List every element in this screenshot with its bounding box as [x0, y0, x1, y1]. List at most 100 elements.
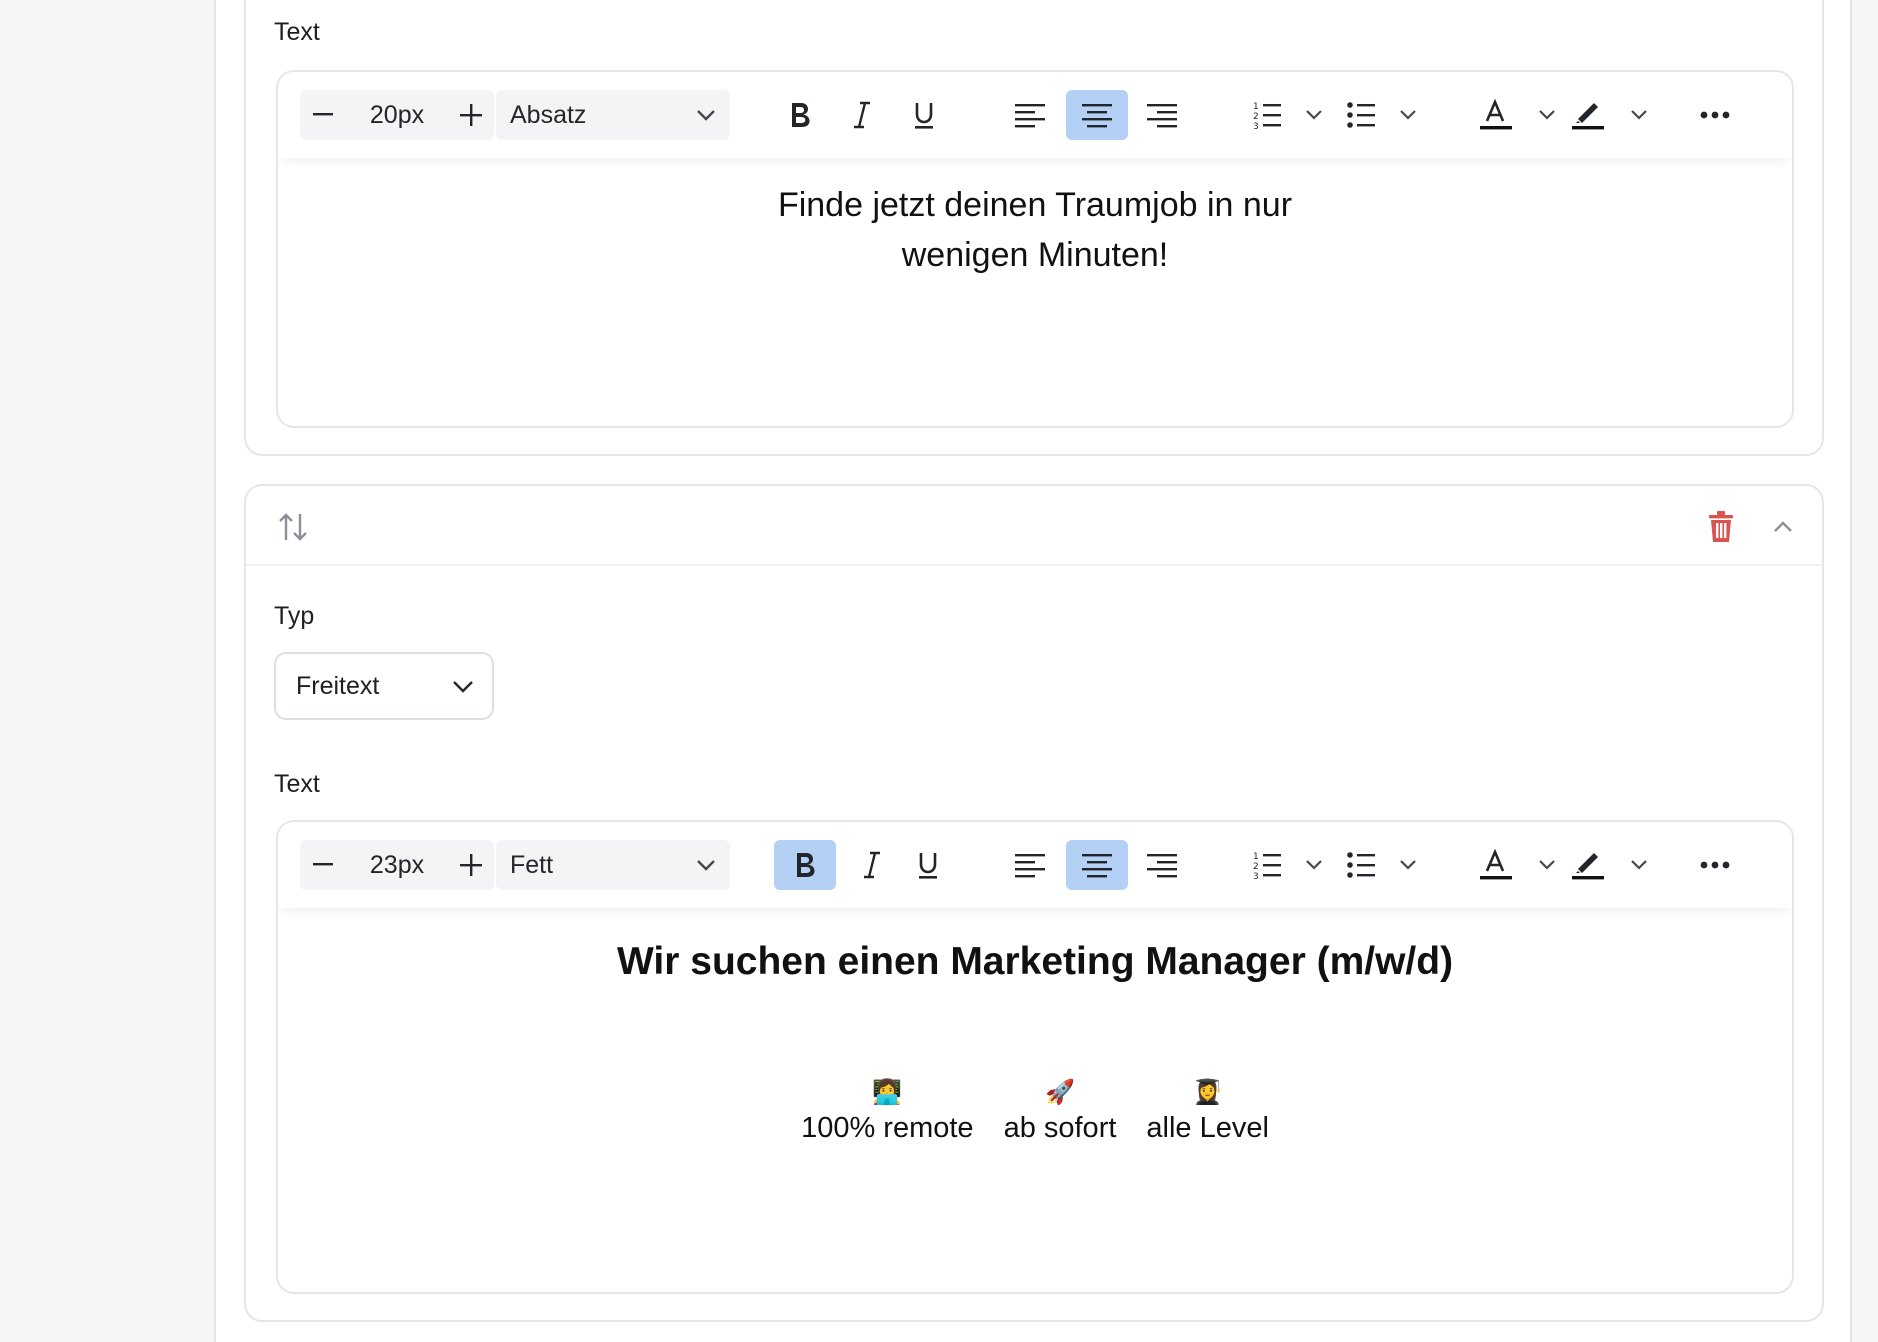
type-field-label: Typ: [274, 602, 315, 630]
highlight-color-button[interactable]: [1570, 90, 1654, 140]
plus-icon: [460, 104, 482, 126]
chevron-down-icon: [453, 681, 473, 693]
bold-button[interactable]: [774, 90, 826, 140]
highlighter-icon: [1572, 103, 1647, 130]
features-row: 👩‍💻 100% remote 🚀 ab sofort 👩‍🎓 alle Lev…: [278, 1074, 1792, 1145]
type-select[interactable]: Freitext: [274, 652, 494, 720]
bold-icon: [792, 103, 810, 127]
minus-icon: [313, 863, 333, 866]
minus-icon: [313, 113, 333, 116]
paragraph-line: wenigen Minuten!: [901, 236, 1169, 274]
font-size-value: 20px: [369, 100, 425, 129]
text-color-icon: [1480, 849, 1555, 880]
numbered-list-icon: 123: [1253, 852, 1322, 880]
align-right-button[interactable]: [1136, 90, 1188, 140]
italic-icon: [854, 101, 870, 129]
paragraph-line: Finde jetzt deinen Traumjob in nur: [777, 186, 1293, 224]
feature-item: 👩‍🎓 alle Level: [1146, 1074, 1269, 1145]
text-color-button[interactable]: [1478, 840, 1562, 890]
feature-item: 🚀 ab sofort: [1004, 1074, 1117, 1145]
bold-button[interactable]: [774, 840, 836, 890]
feature-text: alle Level: [1146, 1112, 1269, 1144]
heading-text: Wir suchen einen Marketing Manager (m/w/…: [616, 940, 1454, 983]
align-right-button[interactable]: [1136, 840, 1188, 890]
bullet-list-button[interactable]: [1342, 840, 1426, 890]
font-size-value: 23px: [369, 850, 425, 879]
block-type-value: Fett: [510, 850, 554, 879]
numbered-list-icon: 123: [1253, 102, 1322, 130]
numbered-list-button[interactable]: 123: [1248, 840, 1332, 890]
editor-toolbar: 23px Fett 1 2 3: [278, 822, 1792, 908]
delete-block-button[interactable]: [1706, 510, 1736, 544]
rocket-emoji-icon: 🚀: [1045, 1079, 1075, 1106]
card-header: [246, 486, 1822, 566]
text-field-label: Text: [274, 18, 320, 46]
rich-text-editor: 20px Absatz 1 2 3 Finde jetzt deinen Tra…: [276, 70, 1794, 428]
block-type-value: Absatz: [510, 100, 587, 129]
trash-icon: [1709, 511, 1733, 542]
more-horizontal-icon: [1700, 861, 1730, 869]
svg-text:1: 1: [1253, 852, 1259, 862]
underline-button[interactable]: [902, 840, 954, 890]
more-options-button[interactable]: [1688, 90, 1742, 140]
graduate-emoji-icon: 👩‍🎓: [1192, 1079, 1223, 1106]
bold-icon: [797, 853, 815, 877]
reorder-handle[interactable]: [276, 510, 310, 544]
technologist-emoji-icon: 👩‍💻: [872, 1079, 903, 1106]
svg-text:3: 3: [1253, 122, 1259, 130]
more-horizontal-icon: [1700, 111, 1730, 119]
font-size-control: 23px: [300, 840, 494, 890]
content-block-card: Typ Freitext Text 23px Fett 1 2 3 Wir su…: [244, 484, 1824, 1322]
highlighter-icon: [1572, 853, 1647, 880]
collapse-block-button[interactable]: [1766, 510, 1800, 544]
font-size-decrease-button[interactable]: [300, 90, 346, 140]
align-center-icon: [1082, 104, 1112, 128]
align-left-icon: [1015, 854, 1045, 878]
text-color-icon: [1480, 99, 1555, 130]
numbered-list-button[interactable]: 123: [1248, 90, 1332, 140]
align-left-icon: [1015, 104, 1045, 128]
swap-vertical-icon: [279, 513, 307, 541]
italic-button[interactable]: [836, 90, 888, 140]
chevron-down-icon: [697, 110, 715, 121]
font-size-decrease-button[interactable]: [300, 840, 346, 890]
align-center-button[interactable]: [1066, 90, 1128, 140]
editor-content-area[interactable]: Wir suchen einen Marketing Manager (m/w/…: [278, 908, 1792, 1292]
feature-text: 100% remote: [801, 1112, 974, 1144]
chevron-up-icon: [1774, 521, 1792, 532]
align-left-button[interactable]: [1004, 90, 1056, 140]
text-field-label: Text: [274, 770, 320, 798]
italic-button[interactable]: [846, 840, 898, 890]
highlight-color-button[interactable]: [1570, 840, 1654, 890]
font-size-increase-button[interactable]: [448, 840, 494, 890]
text-color-button[interactable]: [1478, 90, 1562, 140]
rich-text-editor: 23px Fett 1 2 3 Wir suchen einen Marketi…: [276, 820, 1794, 1294]
align-center-icon: [1082, 854, 1112, 878]
editor-toolbar: 20px Absatz 1 2 3: [278, 72, 1792, 158]
align-right-icon: [1147, 104, 1177, 128]
right-panel: [1850, 0, 1878, 1342]
more-options-button[interactable]: [1688, 840, 1742, 890]
font-size-increase-button[interactable]: [448, 90, 494, 140]
feature-item: 👩‍💻 100% remote: [801, 1074, 974, 1145]
svg-text:2: 2: [1253, 112, 1259, 122]
font-size-control: 20px: [300, 90, 494, 140]
chevron-down-icon: [697, 860, 715, 871]
feature-text: ab sofort: [1003, 1112, 1117, 1144]
bullet-list-button[interactable]: [1342, 90, 1426, 140]
plus-icon: [460, 854, 482, 876]
svg-text:2: 2: [1253, 862, 1259, 872]
underline-icon: [919, 853, 937, 879]
italic-icon: [864, 851, 880, 879]
svg-text:1: 1: [1253, 102, 1259, 112]
content-block-card: Text 20px Absatz 1 2 3 Finde jetzt deine…: [244, 0, 1824, 456]
underline-button[interactable]: [898, 90, 950, 140]
block-type-select[interactable]: Fett: [496, 840, 730, 890]
svg-text:3: 3: [1253, 872, 1259, 880]
editor-content-area[interactable]: Finde jetzt deinen Traumjob in nur wenig…: [278, 158, 1792, 426]
align-center-button[interactable]: [1066, 840, 1128, 890]
bullet-list-icon: [1347, 852, 1416, 878]
block-type-select[interactable]: Absatz: [496, 90, 730, 140]
bullet-list-icon: [1347, 102, 1416, 128]
align-left-button[interactable]: [1004, 840, 1056, 890]
